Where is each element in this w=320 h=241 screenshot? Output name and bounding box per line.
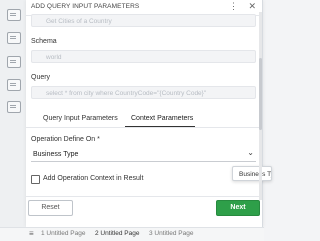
query-field[interactable]: select * from city where CountryCode="{C… — [31, 86, 256, 99]
query-label: Query — [31, 74, 51, 81]
page-tab-3[interactable]: 3 Untitled Page — [149, 230, 193, 237]
active-tab-indicator — [125, 126, 195, 127]
add-operation-context-label: Add Operation Context in Result — [43, 175, 144, 182]
left-sidebar — [0, 0, 27, 240]
page-tab-2[interactable]: 2 Untitled Page — [95, 230, 139, 237]
hamburger-menu-icon[interactable]: ≡ — [29, 229, 34, 238]
ellipsis-vertical-icon[interactable]: ⋮ — [229, 1, 238, 11]
add-operation-context-checkbox[interactable] — [31, 175, 40, 184]
sidebar-item-icon[interactable] — [7, 9, 21, 21]
dropdown-option-preview[interactable]: Business Type — [232, 166, 272, 181]
tab-query-input-parameters[interactable]: Query Input Parameters — [43, 115, 118, 122]
scrollbar-thumb[interactable] — [259, 58, 262, 130]
operation-define-on-select[interactable]: Business Type ⌄ — [31, 148, 256, 162]
footer-divider — [26, 196, 262, 197]
close-icon[interactable]: ✕ — [248, 1, 256, 11]
sidebar-item-icon[interactable] — [7, 79, 21, 91]
chevron-down-icon[interactable]: ⌄ — [247, 148, 254, 157]
page-tab-1[interactable]: 1 Untitled Page — [41, 230, 85, 237]
sidebar-item-icon[interactable] — [7, 101, 21, 113]
description-field[interactable]: Get Cities of a Country — [31, 14, 256, 27]
schema-label: Schema — [31, 38, 57, 45]
tab-context-parameters[interactable]: Context Parameters — [131, 115, 193, 122]
add-query-input-parameters-dialog: ADD QUERY INPUT PARAMETERS ⋮ ✕ Get Citie… — [26, 0, 263, 227]
next-button[interactable]: Next — [216, 200, 260, 216]
operation-define-on-label: Operation Define On * — [31, 136, 100, 143]
sidebar-item-icon[interactable] — [7, 32, 21, 44]
schema-field[interactable]: world — [31, 50, 256, 63]
dialog-title: ADD QUERY INPUT PARAMETERS — [31, 3, 140, 10]
reset-button[interactable]: Reset — [28, 200, 73, 216]
sidebar-item-icon[interactable] — [7, 56, 21, 68]
operation-selected-value: Business Type — [33, 151, 79, 158]
